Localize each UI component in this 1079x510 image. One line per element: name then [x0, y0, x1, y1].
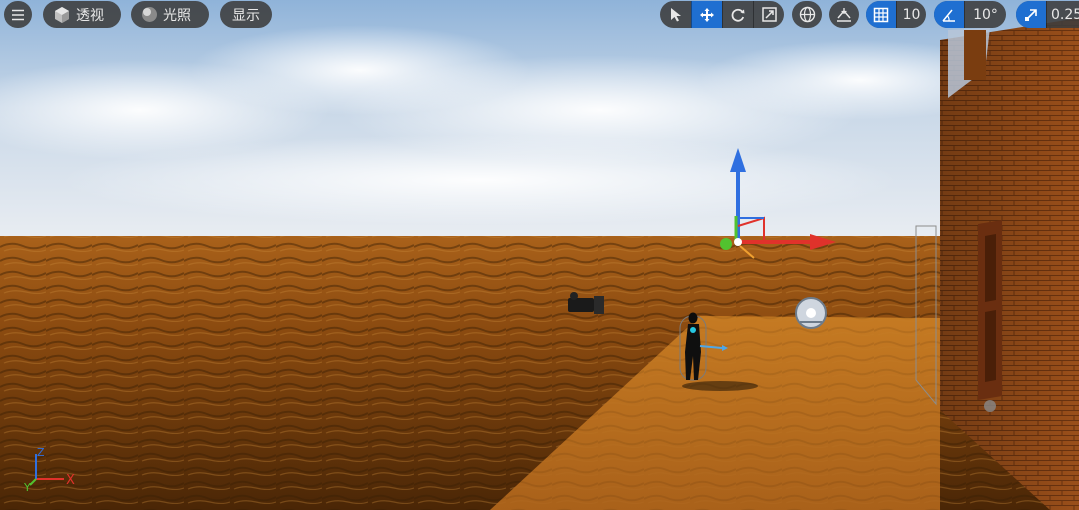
select-tool-button[interactable]: [660, 1, 691, 28]
sphere-icon: [142, 7, 157, 22]
transform-tools-group: [660, 1, 784, 28]
rotation-snap-toggle[interactable]: [934, 1, 964, 28]
surface-snap-toggle[interactable]: [829, 1, 859, 28]
scale-icon: [761, 7, 777, 22]
show-flags-button[interactable]: 显示: [220, 1, 272, 28]
translate-tool-button[interactable]: [691, 1, 722, 28]
move-arrows-icon: [700, 7, 714, 22]
grid-snap-group: 10: [866, 1, 926, 28]
rotation-snap-group: 10°: [934, 1, 1006, 28]
show-flags-label: 显示: [232, 7, 260, 24]
cursor-icon: [670, 8, 681, 22]
world-local-toggle[interactable]: [792, 1, 822, 28]
lighting-mode-button[interactable]: 光照: [131, 1, 209, 28]
view-mode-label: 透视: [76, 7, 104, 24]
surface-snap-icon: [837, 7, 851, 22]
scale-tool-button[interactable]: [753, 1, 784, 28]
viewport-scene[interactable]: X Z Y: [0, 0, 1079, 510]
light-actor-icon[interactable]: [795, 297, 827, 329]
rotation-snap-value[interactable]: 10°: [964, 1, 1006, 28]
scale-snap-icon: [1025, 8, 1037, 21]
globe-icon: [799, 6, 815, 23]
lighting-mode-label: 光照: [163, 7, 191, 24]
rotate-tool-button[interactable]: [722, 1, 753, 28]
view-mode-button[interactable]: 透视: [43, 1, 121, 28]
viewport-options-button[interactable]: [4, 1, 32, 28]
grid-snap-toggle[interactable]: [866, 1, 896, 28]
hamburger-icon: [12, 9, 24, 20]
angle-icon: [942, 9, 955, 22]
scale-snap-toggle[interactable]: [1016, 1, 1046, 28]
rotate-icon: [731, 8, 745, 22]
sky: [0, 0, 1079, 240]
axis-y-label: Y: [23, 481, 31, 494]
axis-x-label: X: [66, 473, 75, 488]
grid-snap-value[interactable]: 10: [896, 1, 926, 28]
axis-z-label: Z: [37, 446, 45, 459]
scale-snap-group: 0.25: [1016, 1, 1079, 28]
scale-snap-value[interactable]: 0.25: [1046, 1, 1079, 28]
grid-icon: [873, 7, 889, 22]
cube-icon: [55, 6, 69, 23]
level-viewport[interactable]: X Z Y 透视 光照 显示 10 10° 0.25: [0, 0, 1079, 510]
